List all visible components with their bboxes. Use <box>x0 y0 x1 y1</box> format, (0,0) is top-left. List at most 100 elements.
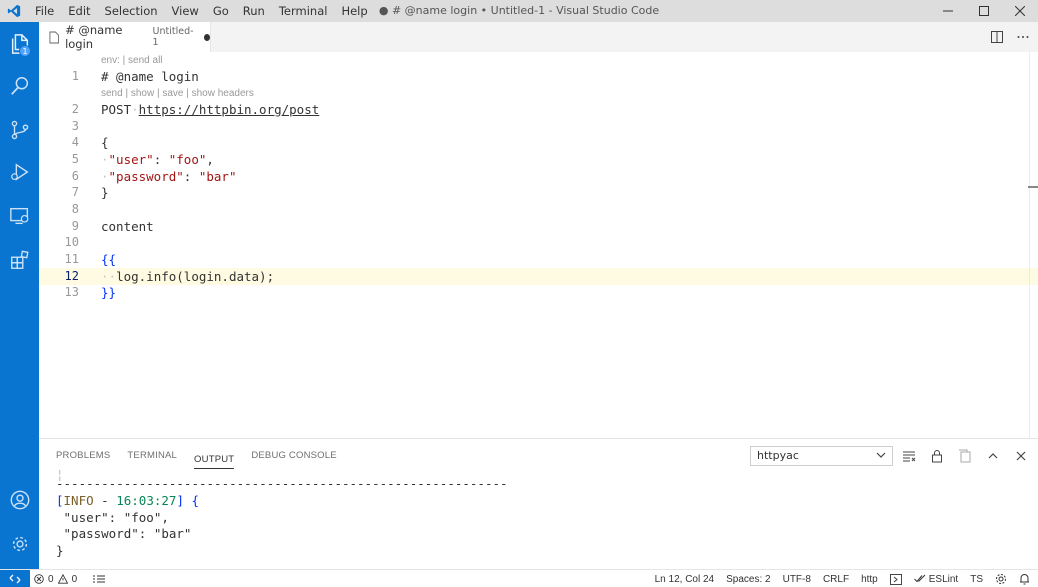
tab-output[interactable]: OUTPUT <box>194 443 235 469</box>
line-number: 2 <box>71 102 79 116</box>
line-6-text: ·"password": "bar" <box>101 168 237 185</box>
request-url[interactable]: https://httpbin.org/post <box>139 102 320 117</box>
close-panel-icon[interactable] <box>1014 449 1028 463</box>
whitespace-dot: · <box>101 152 109 167</box>
notifications-bell-icon[interactable] <box>1019 573 1030 585</box>
menu-terminal[interactable]: Terminal <box>272 0 335 22</box>
output-channel-select[interactable]: httpyac <box>750 446 893 466</box>
settings-sync-icon[interactable] <box>995 573 1007 585</box>
output-info-tail: ] { <box>176 493 200 508</box>
menu-bar: File Edit Selection View Go Run Terminal… <box>28 0 375 22</box>
line-number: 6 <box>71 169 79 183</box>
language-mode[interactable]: http <box>861 574 878 585</box>
menu-run[interactable]: Run <box>236 0 272 22</box>
cursor-position[interactable]: Ln 12, Col 24 <box>655 574 715 585</box>
tab-problems[interactable]: PROBLEMS <box>56 439 110 473</box>
json-sep: : <box>183 169 199 184</box>
code-line: 7 } <box>39 184 1038 201</box>
vscode-logo-icon <box>0 0 28 22</box>
maximize-icon <box>979 6 989 16</box>
unsaved-dot-icon[interactable] <box>203 33 210 41</box>
explorer-badge: 1 <box>19 45 31 57</box>
code-line: 1 # @name login <box>39 68 1038 85</box>
activity-bar: 1 <box>0 22 39 569</box>
code-editor[interactable]: env: | send all 1 # @name login send | s… <box>39 52 1038 438</box>
tab-description: Untitled-1 <box>152 26 194 48</box>
maximize-button[interactable] <box>966 0 1002 22</box>
json-value: "bar" <box>198 169 237 184</box>
tab-terminal[interactable]: TERMINAL <box>127 439 177 473</box>
line-9-text: content <box>101 219 154 234</box>
tab-title: # @name login <box>65 23 123 51</box>
feedback-icon[interactable] <box>889 573 902 585</box>
status-right: Ln 12, Col 24 Spaces: 2 UTF-8 CRLF http … <box>655 570 1030 587</box>
source-control-icon <box>11 120 28 140</box>
line-number: 7 <box>71 185 79 199</box>
eslint-status[interactable]: ESLint <box>913 573 959 585</box>
eslint-label: ESLint <box>928 573 959 585</box>
code-line: 10 <box>39 234 1038 251</box>
end-of-line[interactable]: CRLF <box>823 574 849 585</box>
search-button[interactable] <box>0 66 39 106</box>
file-icon <box>49 31 60 43</box>
json-sep: : <box>153 152 169 167</box>
menu-selection[interactable]: Selection <box>98 0 165 22</box>
typescript-status[interactable]: TS <box>970 574 983 585</box>
tab-untitled-1[interactable]: # @name login Untitled-1 <box>39 22 211 52</box>
source-control-button[interactable] <box>0 110 39 150</box>
output-channel-value: httpyac <box>757 449 799 462</box>
codelens-env[interactable]: env: | send all <box>101 55 163 66</box>
codelens-request-actions[interactable]: send | show | save | show headers <box>101 88 254 99</box>
clear-output-icon[interactable] <box>902 449 916 463</box>
indentation[interactable]: Spaces: 2 <box>726 574 770 585</box>
error-icon <box>34 574 44 584</box>
output-log-level: INFO <box>63 493 94 508</box>
warning-icon <box>57 574 68 584</box>
manage-button[interactable] <box>0 524 39 564</box>
lock-icon[interactable] <box>930 449 944 463</box>
encoding[interactable]: UTF-8 <box>783 574 811 585</box>
output-password-line: "password": "bar" <box>56 526 192 541</box>
line-13-text: }} <box>101 285 117 300</box>
menu-help[interactable]: Help <box>334 0 374 22</box>
line-5-text: ·"user": "foo", <box>101 151 214 168</box>
error-count: 0 <box>48 573 54 585</box>
output-bracket: [ <box>56 493 64 508</box>
open-in-editor-icon[interactable] <box>958 449 972 463</box>
overview-ruler-marker <box>1028 186 1038 188</box>
title-bar: File Edit Selection View Go Run Terminal… <box>0 0 1038 22</box>
remote-icon <box>9 574 21 584</box>
menu-edit[interactable]: Edit <box>61 0 97 22</box>
chevron-up-icon[interactable] <box>986 449 1000 463</box>
line-number: 12 <box>64 269 79 283</box>
overview-ruler[interactable] <box>1029 52 1030 438</box>
line-12-text: ··log.info(login.data); <box>101 268 274 285</box>
tab-debug-console[interactable]: DEBUG CONSOLE <box>251 439 336 473</box>
explorer-button[interactable]: 1 <box>0 24 39 64</box>
run-debug-icon <box>10 163 29 181</box>
list-icon[interactable] <box>93 574 106 584</box>
more-actions-icon[interactable] <box>1016 30 1030 44</box>
menu-view[interactable]: View <box>165 0 206 22</box>
menu-go[interactable]: Go <box>206 0 236 22</box>
run-debug-button[interactable] <box>0 152 39 192</box>
window-controls <box>930 0 1038 22</box>
accounts-button[interactable] <box>0 480 39 520</box>
extensions-button[interactable] <box>0 240 39 280</box>
minimize-button[interactable] <box>930 0 966 22</box>
warning-count: 0 <box>71 573 78 585</box>
http-method: POST <box>101 102 132 117</box>
split-editor-icon[interactable] <box>990 30 1004 44</box>
line-number: 4 <box>71 135 79 149</box>
close-window-button[interactable] <box>1002 0 1038 22</box>
remote-indicator[interactable] <box>0 570 30 587</box>
menu-file[interactable]: File <box>28 0 61 22</box>
remote-explorer-button[interactable] <box>0 196 39 236</box>
current-code-line: 12 ··log.info(login.data); <box>39 268 1038 285</box>
whitespace-dot: · <box>101 169 109 184</box>
problems-status[interactable]: 0 0 <box>34 570 106 587</box>
output-info-line: [INFO - 16:03:27] { <box>56 492 199 509</box>
json-value: "foo" <box>168 152 207 167</box>
line-1-text: # @name login <box>101 69 199 84</box>
line-11-text: {{ <box>101 252 117 267</box>
